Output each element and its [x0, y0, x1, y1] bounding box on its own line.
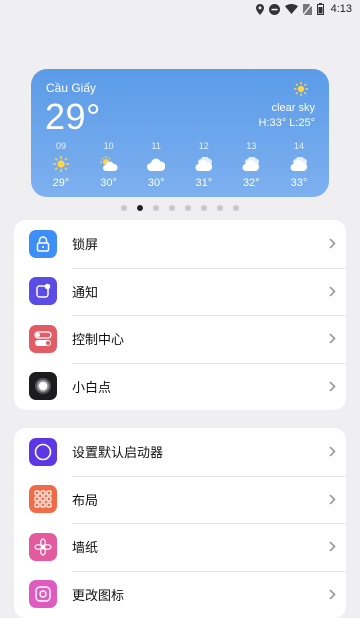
no-sim-icon: [303, 4, 312, 15]
forecast-hour: 13: [246, 141, 256, 153]
settings-item-default-launcher[interactable]: 设置默认启动器: [14, 428, 346, 476]
forecast-temp: 30°: [100, 177, 117, 189]
location-icon: [256, 4, 264, 15]
weather-city: Cầu Giấy: [46, 81, 96, 95]
hourly-forecast: 09 29° 10 30° 11 30° 12 31°: [38, 141, 322, 189]
settings-group-2: 设置默认启动器 布局 墙纸 更改图标: [14, 428, 346, 618]
weather-high-low: H:33° L:25°: [259, 117, 316, 129]
page-indicator[interactable]: [0, 205, 360, 211]
forecast-temp: 32°: [243, 177, 260, 189]
forecast-hour: 11: [152, 141, 161, 153]
settings-item-label: 锁屏: [72, 234, 329, 253]
chevron-right-icon: [329, 589, 336, 600]
page-dot[interactable]: [201, 205, 207, 211]
battery-icon: [317, 3, 324, 15]
chevron-right-icon: [329, 541, 336, 552]
settings-item-layout[interactable]: 布局: [14, 476, 346, 524]
sun-icon: [53, 155, 69, 173]
flower-icon: [29, 533, 57, 561]
clouds-icon: [195, 155, 213, 173]
chevron-right-icon: [329, 446, 336, 457]
circle-icon: [29, 438, 57, 466]
page-dot-active[interactable]: [137, 205, 143, 211]
settings-item-label: 通知: [72, 282, 329, 301]
forecast-item: 09 29°: [38, 141, 84, 189]
settings-item-control-center[interactable]: 控制中心: [14, 315, 346, 363]
page-dot[interactable]: [169, 205, 175, 211]
weather-description: clear sky: [272, 102, 315, 114]
forecast-temp: 29°: [53, 177, 70, 189]
forecast-hour: 14: [294, 141, 304, 153]
change-icon: [29, 580, 57, 608]
forecast-temp: 33°: [291, 177, 308, 189]
assistive-touch-icon: [29, 372, 57, 400]
lock-icon: [29, 230, 57, 258]
page-dot[interactable]: [233, 205, 239, 211]
settings-item-wallpaper[interactable]: 墙纸: [14, 523, 346, 571]
forecast-item: 10 30°: [86, 141, 132, 189]
settings-item-notifications[interactable]: 通知: [14, 268, 346, 316]
page-dot[interactable]: [121, 205, 127, 211]
settings-item-label: 墙纸: [72, 537, 329, 556]
forecast-item: 13 32°: [228, 141, 274, 189]
sun-icon: [294, 82, 308, 101]
grid-icon: [29, 485, 57, 513]
forecast-temp: 30°: [148, 177, 165, 189]
page-dot[interactable]: [217, 205, 223, 211]
chevron-right-icon: [329, 333, 336, 344]
do-not-disturb-icon: [269, 4, 280, 15]
weather-widget[interactable]: Cầu Giấy 29° clear sky H:33° L:25° 09 29…: [31, 69, 329, 197]
settings-item-assistive-touch[interactable]: 小白点: [14, 363, 346, 411]
settings-group-1: 锁屏 通知 控制中心 小白点: [14, 220, 346, 410]
settings-item-lock-screen[interactable]: 锁屏: [14, 220, 346, 268]
sun-cloud-icon: [100, 155, 118, 173]
forecast-temp: 31°: [195, 177, 212, 189]
settings-item-label: 更改图标: [72, 585, 329, 604]
notification-icon: [29, 277, 57, 305]
forecast-hour: 12: [199, 141, 209, 153]
toggle-icon: [29, 325, 57, 353]
settings-item-label: 控制中心: [72, 329, 329, 348]
settings-item-label: 设置默认启动器: [72, 442, 329, 461]
status-bar: 4:13: [0, 0, 360, 18]
chevron-right-icon: [329, 494, 336, 505]
settings-item-change-icon[interactable]: 更改图标: [14, 571, 346, 618]
clouds-icon: [290, 155, 308, 173]
forecast-hour: 09: [56, 141, 66, 153]
chevron-right-icon: [329, 286, 336, 297]
forecast-item: 11 30°: [133, 141, 179, 189]
chevron-right-icon: [329, 238, 336, 249]
page-dot[interactable]: [185, 205, 191, 211]
chevron-right-icon: [329, 381, 336, 392]
weather-temperature: 29°: [45, 96, 101, 138]
wifi-icon: [285, 4, 298, 14]
settings-item-label: 小白点: [72, 377, 329, 396]
forecast-hour: 10: [104, 141, 114, 153]
status-time: 4:13: [331, 3, 352, 15]
cloud-icon: [147, 155, 165, 173]
page-dot[interactable]: [153, 205, 159, 211]
settings-item-label: 布局: [72, 490, 329, 509]
forecast-item: 12 31°: [181, 141, 227, 189]
clouds-icon: [242, 155, 260, 173]
forecast-item: 14 33°: [276, 141, 322, 189]
